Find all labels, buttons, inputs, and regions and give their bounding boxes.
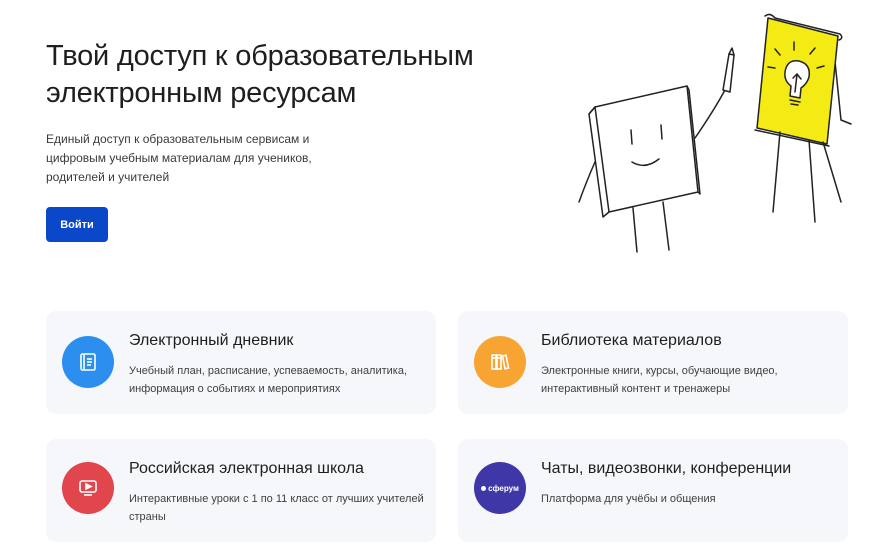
books-icon [491, 354, 510, 370]
card-title: Библиотека материалов [541, 332, 722, 349]
hero-title: Твой доступ к образовательным электронны… [46, 40, 474, 109]
login-button[interactable]: Войти [46, 207, 108, 242]
card-description: Платформа для учёбы и общения [541, 493, 716, 505]
card-materials-library[interactable]: Библиотека материалов Электронные книги,… [458, 311, 848, 414]
card-electronic-diary[interactable]: Электронный дневник Учебный план, распис… [46, 311, 436, 414]
sferum-logo-dot [481, 485, 487, 491]
video-play-icon [79, 480, 97, 496]
card-title: Российская электронная школа [129, 460, 364, 477]
hero-subtitle: Единый доступ к образовательным сервисам… [46, 132, 312, 184]
card-title: Чаты, видеозвонки, конференции [541, 460, 792, 477]
book-character-illustration [578, 47, 735, 253]
flipchart-illustration [754, 13, 852, 223]
library-badge [474, 336, 526, 388]
sferum-badge: сферум [474, 462, 526, 514]
card-description: Электронные книги, курсы, обучающие виде… [541, 365, 778, 395]
card-russian-electronic-school[interactable]: Российская электронная школа Интерактивн… [46, 439, 436, 542]
sferum-logo: сферум [481, 484, 519, 493]
card-description: Учебный план, расписание, успеваемость, … [129, 365, 408, 395]
diary-icon [80, 353, 96, 371]
card-title: Электронный дневник [129, 332, 294, 349]
card-chats-videocalls[interactable]: сферум Чаты, видеозвонки, конференции Пл… [458, 439, 848, 542]
card-description: Интерактивные уроки с 1 по 11 класс от л… [129, 493, 424, 523]
res-badge [62, 462, 114, 514]
hero-illustration [578, 13, 852, 253]
diary-badge [62, 336, 114, 388]
sferum-logo-text: сферум [488, 483, 519, 493]
